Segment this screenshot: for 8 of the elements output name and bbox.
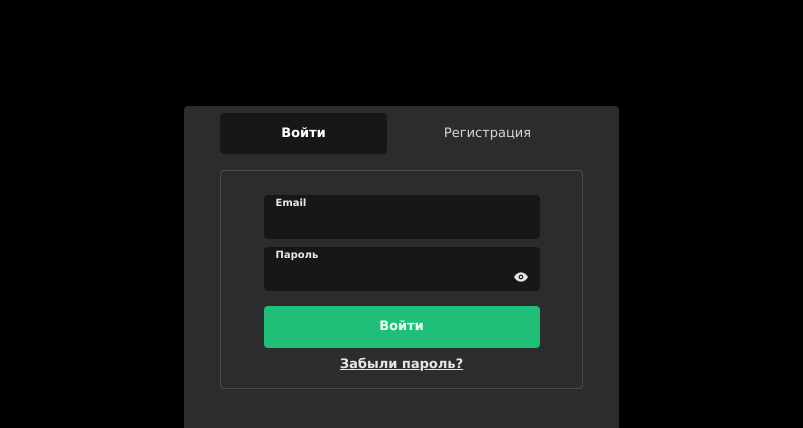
- tab[interactable]: Регистрация: [404, 113, 571, 154]
- input-field[interactable]: Email: [264, 195, 540, 239]
- eye-icon[interactable]: [514, 272, 528, 282]
- input-field[interactable]: Пароль: [264, 247, 540, 291]
- forgot-password-link[interactable]: Забыли пароль?: [340, 355, 464, 374]
- field-label: Email: [276, 197, 308, 211]
- tab[interactable]: Войти: [220, 113, 387, 154]
- field-label: Пароль: [276, 249, 320, 263]
